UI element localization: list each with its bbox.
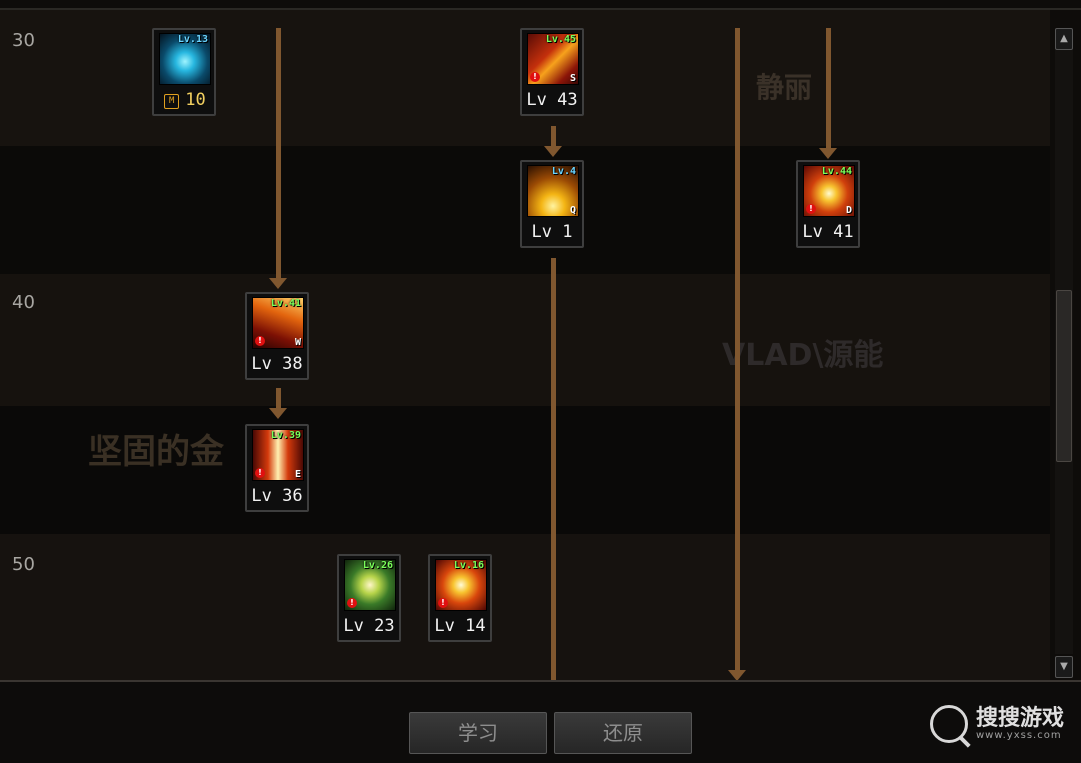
alert-icon: ! bbox=[806, 204, 816, 214]
dependency-line bbox=[826, 28, 831, 150]
dependency-arrow bbox=[819, 148, 837, 159]
skill-required-level: Lv 41 bbox=[802, 222, 854, 242]
watermark-text-block: 搜搜游戏 www.yxss.com bbox=[976, 707, 1064, 741]
skill-level-tag: Lv.26 bbox=[362, 560, 393, 571]
skill-slot-lv26[interactable]: Lv.26 ! Lv 23 bbox=[337, 554, 401, 642]
skill-required-level: Lv 14 bbox=[434, 616, 486, 636]
background-text: 坚固的金 bbox=[88, 432, 224, 472]
skill-slot-lv41[interactable]: Lv.41 ! W Lv 38 bbox=[245, 292, 309, 380]
skill-required-level: Lv 36 bbox=[251, 486, 303, 506]
dependency-arrow bbox=[544, 146, 562, 157]
alert-icon: ! bbox=[347, 598, 357, 608]
dependency-line bbox=[551, 258, 556, 682]
scrollbar-thumb[interactable] bbox=[1056, 290, 1072, 462]
level-marker-40: 40 bbox=[12, 292, 35, 313]
learn-button[interactable]: 学习 bbox=[409, 712, 547, 754]
alert-icon: ! bbox=[530, 72, 540, 82]
skill-level-tag: Lv.45 bbox=[545, 34, 576, 45]
dependency-arrow bbox=[269, 408, 287, 419]
tier-band-5 bbox=[0, 534, 1050, 682]
skill-required-level: Lv 1 bbox=[531, 222, 573, 242]
skill-required-level: Lv 23 bbox=[343, 616, 395, 636]
skill-sp-value: 10 bbox=[185, 90, 206, 110]
skill-icon: Lv.45 ! S bbox=[527, 33, 579, 85]
hotkey-label: E bbox=[294, 469, 301, 480]
skill-icon: Lv.4 Q bbox=[527, 165, 579, 217]
hotkey-label: D bbox=[845, 205, 852, 216]
skill-required-level: Lv 38 bbox=[251, 354, 303, 374]
dependency-line bbox=[276, 28, 281, 280]
skill-level-tag: Lv.16 bbox=[453, 560, 484, 571]
scroll-up-button[interactable]: ▲ bbox=[1055, 28, 1073, 50]
dependency-line bbox=[735, 28, 740, 672]
hotkey-label: Q bbox=[569, 205, 576, 216]
level-marker-50: 50 bbox=[12, 554, 35, 575]
alert-icon: ! bbox=[255, 336, 265, 346]
hotkey-label: S bbox=[569, 73, 576, 84]
hotkey-label: W bbox=[294, 337, 301, 348]
skill-slot-lv4[interactable]: Lv.4 Q Lv 1 bbox=[520, 160, 584, 248]
magnifier-logo-icon bbox=[930, 705, 968, 743]
vertical-scrollbar[interactable]: ▲ ▼ bbox=[1055, 28, 1073, 680]
watermark-url: www.yxss.com bbox=[976, 730, 1062, 741]
skill-slot-lv44[interactable]: Lv.44 ! D Lv 41 bbox=[796, 160, 860, 248]
skill-required-level: Lv 43 bbox=[526, 90, 578, 110]
skill-slot-lv13[interactable]: Lv.13 M 10 bbox=[152, 28, 216, 116]
skill-icon: Lv.16 ! bbox=[435, 559, 487, 611]
skill-level-tag: Lv.41 bbox=[270, 298, 301, 309]
skill-icon: Lv.41 ! W bbox=[252, 297, 304, 349]
alert-icon: ! bbox=[438, 598, 448, 608]
watermark-title: 搜搜游戏 bbox=[976, 706, 1065, 731]
skill-level-tag: Lv.39 bbox=[270, 430, 301, 441]
skill-level-tag: Lv.4 bbox=[551, 166, 576, 177]
tier-band-3 bbox=[0, 274, 1050, 406]
dependency-line bbox=[551, 126, 556, 148]
dependency-line bbox=[276, 388, 281, 410]
background-text: VLAD\源能 bbox=[722, 338, 884, 373]
skill-icon: Lv.13 bbox=[159, 33, 211, 85]
skill-level-tag: Lv.13 bbox=[177, 34, 208, 45]
skill-slot-lv39[interactable]: Lv.39 ! E Lv 36 bbox=[245, 424, 309, 512]
scroll-down-button[interactable]: ▼ bbox=[1055, 656, 1073, 678]
skill-slot-lv45[interactable]: Lv.45 ! S Lv 43 bbox=[520, 28, 584, 116]
m-badge-icon: M bbox=[164, 94, 180, 109]
background-text: 静丽 bbox=[756, 71, 813, 104]
skill-sp-cost: M 10 bbox=[158, 90, 212, 110]
skill-level-tag: Lv.44 bbox=[821, 166, 852, 177]
dependency-arrow bbox=[269, 278, 287, 289]
skill-icon: Lv.26 ! bbox=[344, 559, 396, 611]
skill-slot-lv16[interactable]: Lv.16 ! Lv 14 bbox=[428, 554, 492, 642]
alert-icon: ! bbox=[255, 468, 265, 478]
reset-button[interactable]: 还原 bbox=[554, 712, 692, 754]
site-watermark: 搜搜游戏 www.yxss.com bbox=[930, 705, 1064, 743]
skill-icon: Lv.39 ! E bbox=[252, 429, 304, 481]
level-marker-30: 30 bbox=[12, 30, 35, 51]
skill-icon: Lv.44 ! D bbox=[803, 165, 855, 217]
